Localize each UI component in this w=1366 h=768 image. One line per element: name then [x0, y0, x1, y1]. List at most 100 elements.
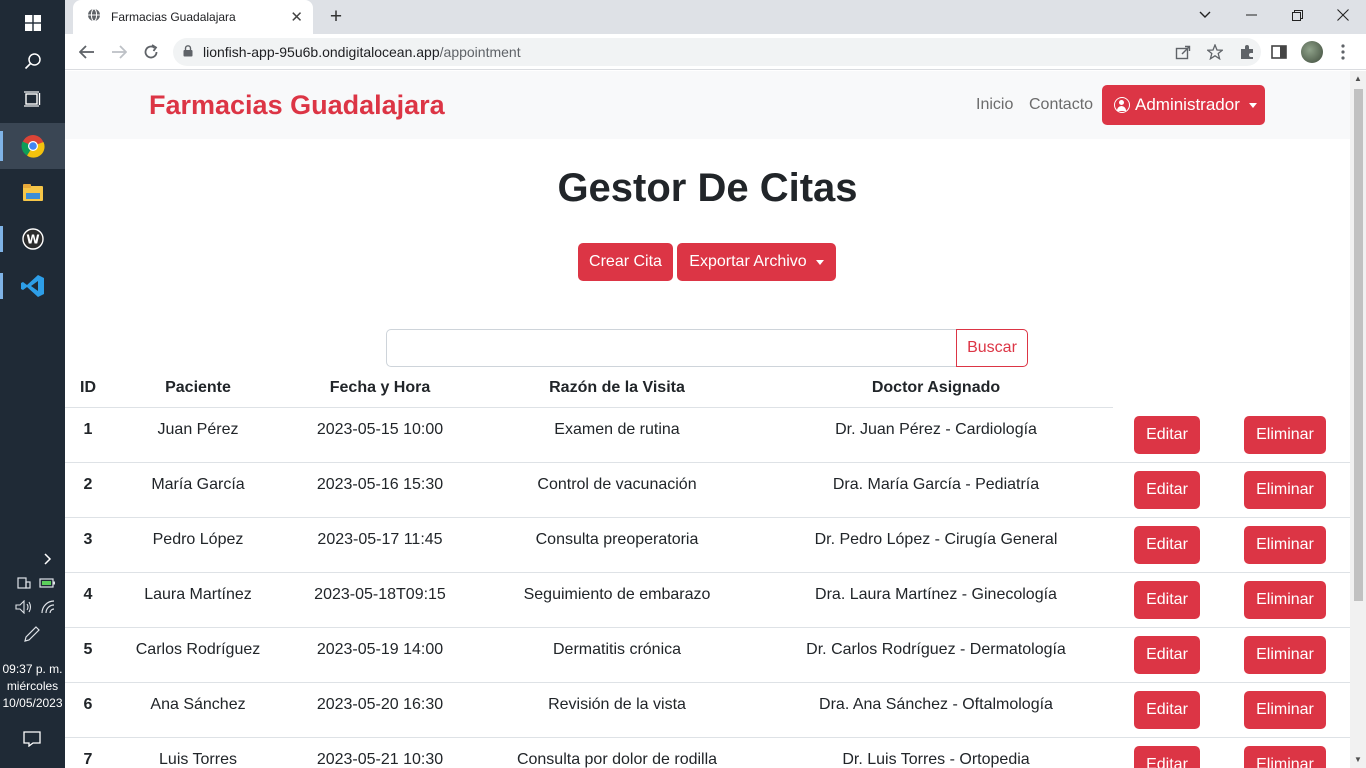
page-scrollbar[interactable]: ▲ ▼: [1350, 71, 1366, 768]
table-row: 6 Ana Sánchez 2023-05-20 16:30 Revisión de …: [65, 683, 1350, 738]
cell-doctor: Dr. Carlos Rodríguez - Dermatología: [806, 641, 1066, 658]
tab-search-icon[interactable]: [1182, 0, 1228, 30]
bookmark-star-icon[interactable]: [1201, 38, 1229, 66]
tab-title: Farmacias Guadalajara: [111, 10, 236, 24]
share-icon[interactable]: [1169, 38, 1197, 66]
system-clock[interactable]: 09:37 p. m. miércoles 10/05/2023: [0, 661, 65, 712]
nav-link-inicio[interactable]: Inicio: [976, 96, 1013, 114]
chrome-icon[interactable]: [0, 123, 65, 169]
site-navbar: Farmacias Guadalajara Inicio Contacto Ad…: [65, 71, 1350, 139]
header-paciente: Paciente: [165, 379, 231, 396]
globe-icon: [87, 8, 101, 27]
delete-button[interactable]: Eliminar: [1244, 471, 1326, 509]
new-tab-icon[interactable]: +: [323, 4, 349, 30]
export-file-label: Exportar Archivo: [689, 253, 807, 270]
forward-icon[interactable]: [105, 38, 133, 66]
svg-text:W: W: [26, 233, 39, 247]
cell-doctor: Dr. Luis Torres - Ortopedia: [842, 751, 1030, 768]
profile-avatar[interactable]: [1301, 41, 1323, 63]
browser-frame: Farmacias Guadalajara ✕ + lionfish-app-9…: [65, 0, 1366, 70]
cell-fecha: 2023-05-18T09:15: [314, 586, 446, 603]
cell-id: 2: [83, 476, 93, 493]
restore-icon[interactable]: [1274, 0, 1320, 30]
delete-button[interactable]: Eliminar: [1244, 526, 1326, 564]
close-window-icon[interactable]: [1320, 0, 1366, 30]
web-page: Farmacias Guadalajara Inicio Contacto Ad…: [65, 71, 1350, 768]
brand-logo[interactable]: Farmacias Guadalajara: [149, 90, 445, 121]
delete-button[interactable]: Eliminar: [1244, 581, 1326, 619]
create-appointment-button[interactable]: Crear Cita: [578, 243, 673, 281]
cell-id: 4: [83, 586, 93, 603]
cell-paciente: Juan Pérez: [157, 421, 239, 438]
export-file-button[interactable]: Exportar Archivo: [677, 243, 836, 281]
create-appointment-label: Crear Cita: [589, 253, 662, 270]
edit-button[interactable]: Editar: [1134, 636, 1200, 674]
side-panel-icon[interactable]: [1265, 38, 1293, 66]
more-menu-icon[interactable]: [1329, 38, 1357, 66]
back-icon[interactable]: [73, 38, 101, 66]
windows-taskbar: W 09:37 p. m. miércoles 10/05/2023: [0, 0, 65, 768]
task-view-icon[interactable]: [0, 76, 65, 122]
edit-button[interactable]: Editar: [1134, 581, 1200, 619]
scroll-down-icon[interactable]: ▼: [1354, 756, 1362, 764]
cell-id: 5: [83, 641, 93, 658]
cell-razon: Consulta preoperatoria: [535, 531, 699, 548]
cell-razon: Seguimiento de embarazo: [523, 586, 711, 603]
caret-down-icon: [815, 259, 824, 265]
chevron-right-icon[interactable]: [40, 551, 56, 567]
edit-button[interactable]: Editar: [1134, 691, 1200, 729]
volume-icon[interactable]: [14, 598, 34, 616]
delete-button[interactable]: Eliminar: [1244, 636, 1326, 674]
cell-fecha: 2023-05-19 14:00: [316, 641, 444, 658]
edit-button[interactable]: Editar: [1134, 416, 1200, 454]
scroll-up-icon[interactable]: ▲: [1354, 75, 1362, 83]
clock-time: 09:37 p. m.: [2, 662, 63, 676]
tab-close-icon[interactable]: ✕: [290, 8, 303, 26]
user-circle-icon: [1114, 97, 1130, 113]
cell-fecha: 2023-05-16 15:30: [316, 476, 444, 493]
edit-button[interactable]: Editar: [1134, 746, 1200, 768]
battery-icon[interactable]: [38, 575, 58, 591]
reload-icon[interactable]: [137, 38, 165, 66]
browser-toolbar: lionfish-app-95u6b.ondigitalocean.app/ap…: [65, 34, 1366, 70]
delete-button[interactable]: Eliminar: [1244, 746, 1326, 768]
cell-paciente: Luis Torres: [159, 751, 237, 768]
cell-id: 6: [83, 696, 93, 713]
table-row: 1 Juan Pérez 2023-05-15 10:00 Examen de rut…: [65, 408, 1350, 463]
address-bar[interactable]: lionfish-app-95u6b.ondigitalocean.app/ap…: [173, 38, 1261, 66]
nav-link-contacto[interactable]: Contacto: [1029, 96, 1093, 114]
vscode-icon[interactable]: [0, 263, 65, 309]
device-icon[interactable]: [16, 575, 32, 591]
cell-paciente: Laura Martínez: [144, 586, 252, 603]
cell-fecha: 2023-05-17 11:45: [317, 531, 443, 548]
cell-paciente: María García: [151, 476, 245, 493]
minimize-icon[interactable]: [1228, 0, 1274, 30]
scroll-thumb[interactable]: [1354, 89, 1363, 601]
delete-button[interactable]: Eliminar: [1244, 416, 1326, 454]
lock-icon[interactable]: [183, 44, 193, 60]
notification-icon[interactable]: [22, 729, 42, 749]
file-explorer-icon[interactable]: [0, 170, 65, 216]
edit-button[interactable]: Editar: [1134, 471, 1200, 509]
search-input[interactable]: [386, 329, 957, 367]
app-w-icon[interactable]: W: [0, 216, 65, 262]
search-button[interactable]: Buscar: [956, 329, 1028, 367]
header-razon-visita: Razón de la Visita: [549, 379, 685, 396]
delete-button[interactable]: Eliminar: [1244, 691, 1326, 729]
cell-razon: Examen de rutina: [554, 421, 680, 438]
admin-label: Administrador: [1135, 95, 1240, 114]
wifi-icon[interactable]: [38, 598, 58, 616]
url-path: /appointment: [439, 44, 521, 60]
url-host: lionfish-app-95u6b.ondigitalocean.app: [203, 44, 440, 60]
header-fecha-hora: Fecha y Hora: [329, 379, 431, 396]
table-row: 5 Carlos Rodríguez 2023-05-19 14:00 Dermati…: [65, 628, 1350, 683]
browser-tab[interactable]: Farmacias Guadalajara ✕: [73, 0, 313, 34]
header-doctor: Doctor Asignado: [871, 379, 1001, 396]
extensions-icon[interactable]: [1233, 38, 1261, 66]
table-row: 7 Luis Torres 2023-05-21 10:30 Consulta por…: [65, 738, 1350, 768]
cell-fecha: 2023-05-20 16:30: [316, 696, 444, 713]
cell-razon: Control de vacunación: [537, 476, 697, 493]
edit-button[interactable]: Editar: [1134, 526, 1200, 564]
pen-icon[interactable]: [22, 624, 42, 644]
admin-dropdown-button[interactable]: Administrador: [1102, 85, 1265, 125]
